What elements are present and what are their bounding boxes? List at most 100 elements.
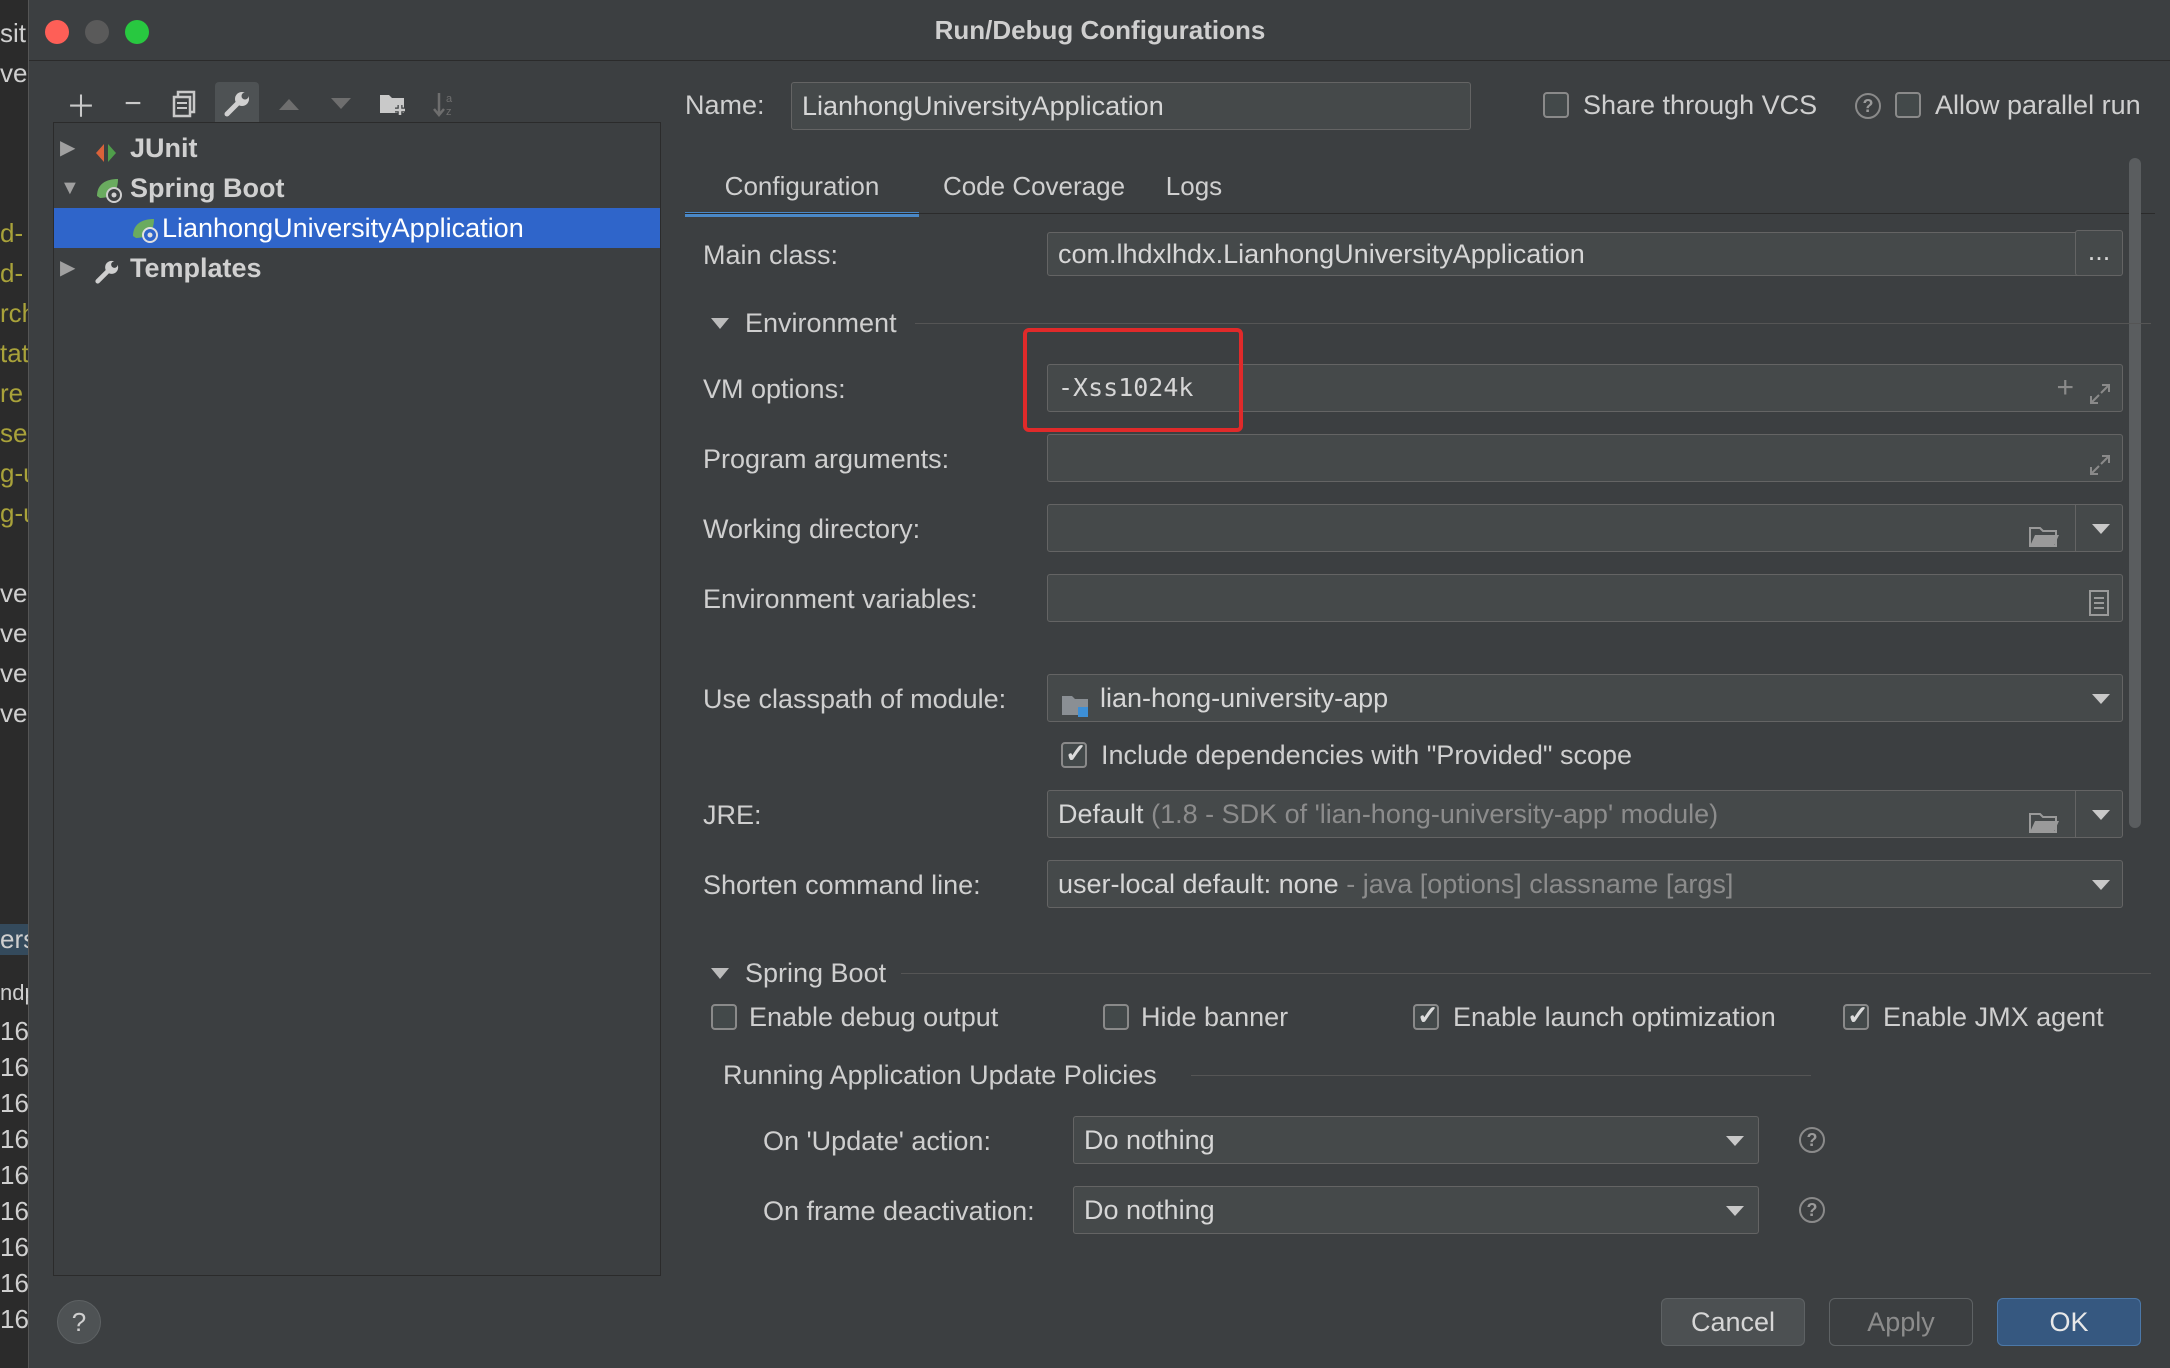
include-dependencies-checkbox[interactable]: [1061, 738, 1087, 769]
strip-text: se: [0, 418, 28, 448]
strip-text: 16:: [0, 1232, 30, 1262]
strip-text: 16:: [0, 1196, 30, 1226]
frame-deactivation-select[interactable]: Do nothing: [1073, 1186, 1759, 1234]
strip-text: 16:: [0, 1160, 30, 1190]
move-down-icon[interactable]: [319, 82, 363, 126]
dropdown-arrow-icon[interactable]: [2092, 524, 2110, 534]
tab-code-coverage[interactable]: Code Coverage: [917, 160, 1151, 212]
help-icon[interactable]: ?: [1799, 1127, 1825, 1153]
move-up-icon[interactable]: [267, 82, 311, 126]
tree-item-label: JUnit: [130, 133, 198, 163]
strip-text: d-: [0, 218, 24, 248]
shorten-value: user-local default: none: [1058, 869, 1339, 899]
section-divider: [915, 323, 2151, 324]
dropdown-arrow-icon[interactable]: [2092, 694, 2110, 704]
tree-item-lianhong-app[interactable]: LianhongUniversityApplication: [54, 208, 660, 248]
dropdown-arrow-icon[interactable]: [2092, 810, 2110, 820]
configuration-tree: ▶ JUnit ▼ Spring Boot LianhongUniversity…: [53, 122, 661, 1276]
tree-item-label: LianhongUniversityApplication: [162, 213, 524, 243]
collapse-spring-boot-icon[interactable]: [711, 968, 729, 979]
launch-optimization-checkbox[interactable]: [1413, 1000, 1439, 1031]
wrench-icon: [94, 256, 120, 296]
wrench-icon[interactable]: [215, 82, 259, 126]
folder-icon[interactable]: [2028, 517, 2060, 551]
cancel-button[interactable]: Cancel: [1661, 1298, 1805, 1346]
update-action-select[interactable]: Do nothing: [1073, 1116, 1759, 1164]
help-button[interactable]: ?: [57, 1300, 101, 1344]
strip-text: sit: [0, 18, 26, 48]
folder-icon[interactable]: [2028, 803, 2060, 837]
edit-list-icon[interactable]: [2088, 585, 2110, 621]
dropdown-arrow-icon[interactable]: [1726, 1206, 1744, 1216]
strip-text: 16:: [0, 1052, 30, 1082]
shorten-detail: - java [options] classname [args]: [1346, 869, 1734, 899]
environment-section-title: Environment: [745, 308, 897, 338]
shorten-value-text: user-local default: none - java [options…: [1058, 861, 1733, 907]
dropdown-arrow-icon[interactable]: [2092, 880, 2110, 890]
share-vcs-checkbox[interactable]: [1543, 92, 1569, 118]
jre-detail: (1.8 - SDK of 'lian-hong-university-app'…: [1151, 799, 1719, 829]
launch-optimization-label: Enable launch optimization: [1453, 1002, 1776, 1032]
main-class-field[interactable]: com.lhdxlhdx.LianhongUniversityApplicati…: [1047, 232, 2091, 276]
jre-value-text: Default (1.8 - SDK of 'lian-hong-univers…: [1058, 791, 1718, 837]
strip-text: tat: [0, 338, 29, 368]
classpath-module-select[interactable]: lian-hong-university-app: [1047, 674, 2123, 722]
frame-deactivation-label: On frame deactivation:: [763, 1196, 1035, 1226]
module-folder-icon: [1060, 687, 1092, 721]
shorten-command-select[interactable]: user-local default: none - java [options…: [1047, 860, 2123, 908]
tree-item-spring-boot[interactable]: ▼ Spring Boot: [54, 168, 660, 208]
add-icon[interactable]: ＋: [59, 82, 103, 126]
field-divider: [2075, 791, 2076, 837]
working-directory-field[interactable]: [1047, 504, 2123, 552]
apply-button[interactable]: Apply: [1829, 1298, 1973, 1346]
strip-text: ve: [0, 58, 28, 88]
sort-icon[interactable]: az: [423, 82, 467, 126]
hide-banner-checkbox[interactable]: [1103, 1004, 1129, 1030]
expand-icon[interactable]: [2088, 445, 2112, 481]
expand-arrow-icon[interactable]: ▶: [60, 128, 75, 168]
update-action-label: On 'Update' action:: [763, 1126, 991, 1156]
new-folder-icon[interactable]: [371, 82, 415, 126]
classpath-module-label: Use classpath of module:: [703, 684, 1007, 714]
strip-text: d-: [0, 258, 24, 288]
name-label: Name:: [685, 90, 765, 120]
collapse-arrow-icon[interactable]: ▼: [60, 168, 80, 208]
name-field[interactable]: LianhongUniversityApplication: [791, 82, 1471, 130]
help-icon[interactable]: ?: [1799, 1197, 1825, 1223]
jmx-agent-label: Enable JMX agent: [1883, 1002, 2104, 1032]
background-ide-strip: sit ve d- d- rch tat re se g-u g-u ver v…: [0, 0, 30, 1368]
browse-main-class-button[interactable]: ...: [2075, 230, 2123, 276]
ok-button[interactable]: OK: [1997, 1298, 2141, 1346]
strip-text: ndp: [0, 980, 30, 1005]
tab-logs[interactable]: Logs: [1139, 160, 1249, 212]
expand-icon[interactable]: [2088, 375, 2112, 411]
tab-configuration[interactable]: Configuration: [685, 160, 919, 217]
expand-arrow-icon[interactable]: ▶: [60, 248, 75, 288]
remove-icon[interactable]: −: [111, 82, 155, 126]
jre-select[interactable]: Default (1.8 - SDK of 'lian-hong-univers…: [1047, 790, 2123, 838]
environment-variables-label: Environment variables:: [703, 584, 978, 614]
hide-banner-label: Hide banner: [1141, 1002, 1289, 1032]
strip-text: 16:: [0, 1304, 30, 1334]
help-icon[interactable]: ?: [1855, 93, 1881, 119]
scrollbar-thumb[interactable]: [2129, 158, 2141, 828]
collapse-environment-icon[interactable]: [711, 318, 729, 329]
strip-text: 16:: [0, 1268, 30, 1298]
tree-item-junit[interactable]: ▶ JUnit: [54, 128, 660, 168]
strip-text: rch: [0, 298, 30, 328]
add-icon[interactable]: +: [2056, 365, 2074, 411]
working-directory-label: Working directory:: [703, 514, 921, 544]
window-title: Run/Debug Configurations: [934, 15, 1266, 45]
strip-text: g-u: [0, 458, 30, 488]
debug-output-checkbox[interactable]: [711, 1004, 737, 1030]
tree-item-templates[interactable]: ▶ Templates: [54, 248, 660, 288]
tree-item-label: Spring Boot: [130, 173, 285, 203]
debug-output-label: Enable debug output: [749, 1002, 999, 1032]
program-arguments-field[interactable]: [1047, 434, 2123, 482]
dropdown-arrow-icon[interactable]: [1726, 1136, 1744, 1146]
jmx-agent-checkbox[interactable]: [1843, 1000, 1869, 1031]
copy-icon[interactable]: [163, 82, 207, 126]
allow-parallel-checkbox[interactable]: [1895, 92, 1921, 118]
strip-text: 16:: [0, 1016, 30, 1046]
environment-variables-field[interactable]: [1047, 574, 2123, 622]
